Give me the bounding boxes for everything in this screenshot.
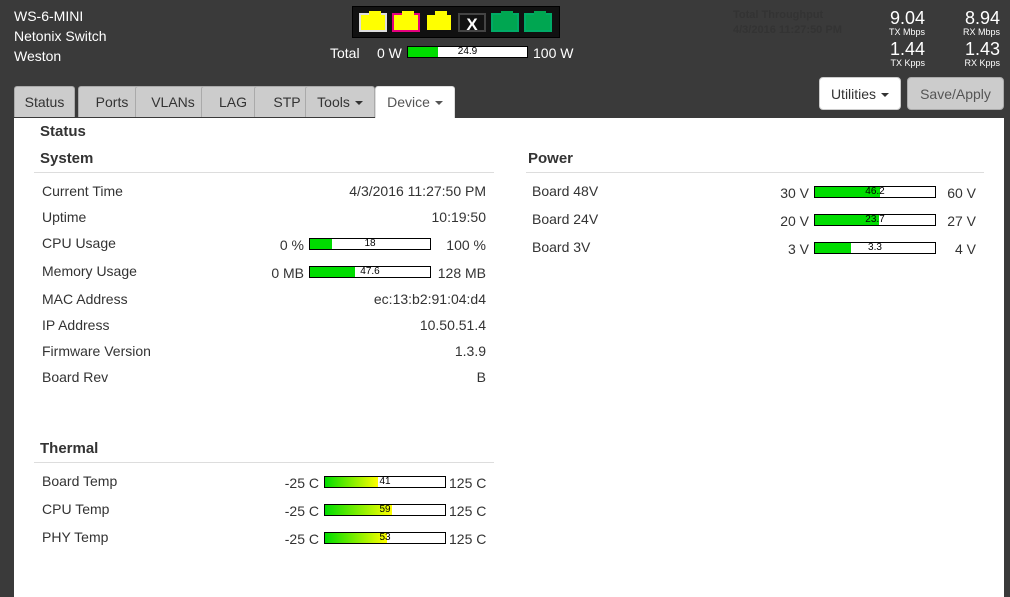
tx-kpps-unit: TX Kpps (890, 58, 925, 68)
tab-tools[interactable]: Tools (305, 86, 375, 117)
cpu-usage-value: 18 (364, 238, 376, 249)
current-time-value: 4/3/2016 11:27:50 PM (349, 183, 486, 199)
board-48v-value: 46.2 (865, 186, 885, 197)
total-power-label: Total (330, 45, 360, 61)
tab-vlans[interactable]: VLANs (135, 86, 211, 117)
cpu-temp-min: -25 C (284, 503, 319, 519)
board-48v-max: 60 V (947, 185, 976, 201)
device-name: Netonix Switch (14, 28, 107, 44)
cpu-usage-min: 0 % (279, 237, 304, 253)
phy-temp-meter: 53 (324, 532, 446, 544)
board-temp-meter: 41 (324, 476, 446, 488)
total-power-value: 24.9 (457, 46, 478, 57)
port-6-icon[interactable] (524, 11, 552, 32)
memory-usage-meter: 47.6 (309, 266, 431, 278)
device-identity: WS-6-MINI Netonix Switch Weston (14, 6, 107, 66)
throughput-time: 4/3/2016 11:27:50 PM (733, 24, 842, 36)
total-power-meter: 24.9 (407, 46, 528, 58)
tx-kpps-value: 1.44 (889, 39, 925, 59)
firmware-version-label: Firmware Version (42, 343, 151, 359)
board-temp-min: -25 C (284, 475, 319, 491)
board-48v-meter: 46.2 (814, 186, 936, 198)
tab-status[interactable]: Status (14, 86, 75, 117)
ip-address-label: IP Address (42, 317, 110, 333)
cpu-usage-max: 100 % (446, 237, 486, 253)
power-divider (526, 172, 984, 173)
board-24v-min: 20 V (780, 213, 809, 229)
power-section-title: Power (528, 150, 574, 167)
firmware-version-value: 1.3.9 (454, 343, 486, 359)
device-model: WS-6-MINI (14, 8, 84, 24)
rx-mbps-unit: RX Mbps (962, 27, 1000, 37)
board-rev-value: B (476, 369, 486, 385)
board-rev-label: Board Rev (42, 369, 109, 385)
utilities-button[interactable]: Utilities (819, 77, 901, 110)
system-section-title: System (40, 150, 94, 167)
memory-usage-label: Memory Usage (42, 263, 137, 279)
tab-device[interactable]: Device (375, 86, 455, 118)
content-panel: Status System Current Time 4/3/2016 11:2… (14, 118, 1004, 597)
board-48v-label: Board 48V (532, 183, 599, 199)
board-3v-value: 3.3 (868, 242, 882, 253)
thermal-section-title: Thermal (40, 440, 99, 457)
cpu-temp-value: 59 (379, 504, 391, 515)
total-power-max: 100 W (533, 45, 574, 61)
tx-mbps-value: 9.04 (889, 8, 925, 28)
board-24v-value: 23.7 (865, 214, 885, 225)
board-48v-min: 30 V (780, 185, 809, 201)
throughput-title: Total Throughput (733, 9, 824, 21)
thermal-divider (34, 462, 494, 463)
rx-kpps-value: 1.43 (964, 39, 1000, 59)
cpu-temp-label: CPU Temp (42, 501, 110, 517)
port-status-panel: X (352, 6, 560, 38)
cpu-temp-meter: 59 (324, 504, 446, 516)
port-4-disabled-icon[interactable]: X (458, 13, 486, 34)
board-3v-min: 3 V (787, 241, 809, 257)
board-3v-max: 4 V (954, 241, 976, 257)
phy-temp-value: 53 (379, 532, 391, 543)
mac-address-label: MAC Address (42, 291, 128, 307)
cpu-usage-label: CPU Usage (42, 235, 116, 251)
port-2-icon[interactable] (392, 11, 420, 32)
cpu-usage-meter: 18 (309, 238, 431, 250)
phy-temp-label: PHY Temp (42, 529, 109, 545)
system-divider (34, 172, 494, 173)
header-bar: WS-6-MINI Netonix Switch Weston X Total … (0, 0, 1010, 118)
port-5-icon[interactable] (491, 11, 519, 32)
mac-address-value: ec:13:b2:91:04:d4 (373, 291, 486, 307)
board-3v-meter: 3.3 (814, 242, 936, 254)
board-24v-label: Board 24V (532, 211, 599, 227)
cpu-temp-max: 125 C (449, 503, 487, 519)
board-3v-label: Board 3V (532, 239, 591, 255)
board-24v-max: 27 V (947, 213, 976, 229)
uptime-value: 10:19:50 (431, 209, 487, 225)
device-location: Weston (14, 48, 62, 64)
memory-usage-min: 0 MB (271, 265, 304, 281)
chevron-down-icon (434, 101, 443, 106)
memory-usage-value: 47.6 (360, 266, 380, 277)
board-temp-max: 125 C (449, 475, 487, 491)
port-3-icon[interactable] (425, 11, 453, 32)
board-temp-label: Board Temp (42, 473, 118, 489)
phy-temp-max: 125 C (449, 531, 487, 547)
phy-temp-min: -25 C (284, 531, 319, 547)
rx-mbps-value: 8.94 (964, 8, 1000, 28)
board-temp-value: 41 (379, 476, 391, 487)
tx-mbps-unit: TX Mbps (888, 27, 925, 37)
uptime-label: Uptime (42, 209, 87, 225)
page-title: Status (40, 123, 86, 140)
board-24v-meter: 23.7 (814, 214, 936, 226)
total-power-min: 0 W (377, 45, 402, 61)
current-time-label: Current Time (42, 183, 123, 199)
memory-usage-max: 128 MB (437, 265, 486, 281)
ip-address-value: 10.50.51.4 (419, 317, 486, 333)
chevron-down-icon (354, 101, 363, 106)
rx-kpps-unit: RX Kpps (964, 58, 1000, 68)
chevron-down-icon (881, 93, 890, 98)
save-apply-button[interactable]: Save/Apply (907, 77, 1004, 110)
port-1-icon[interactable] (359, 11, 387, 32)
